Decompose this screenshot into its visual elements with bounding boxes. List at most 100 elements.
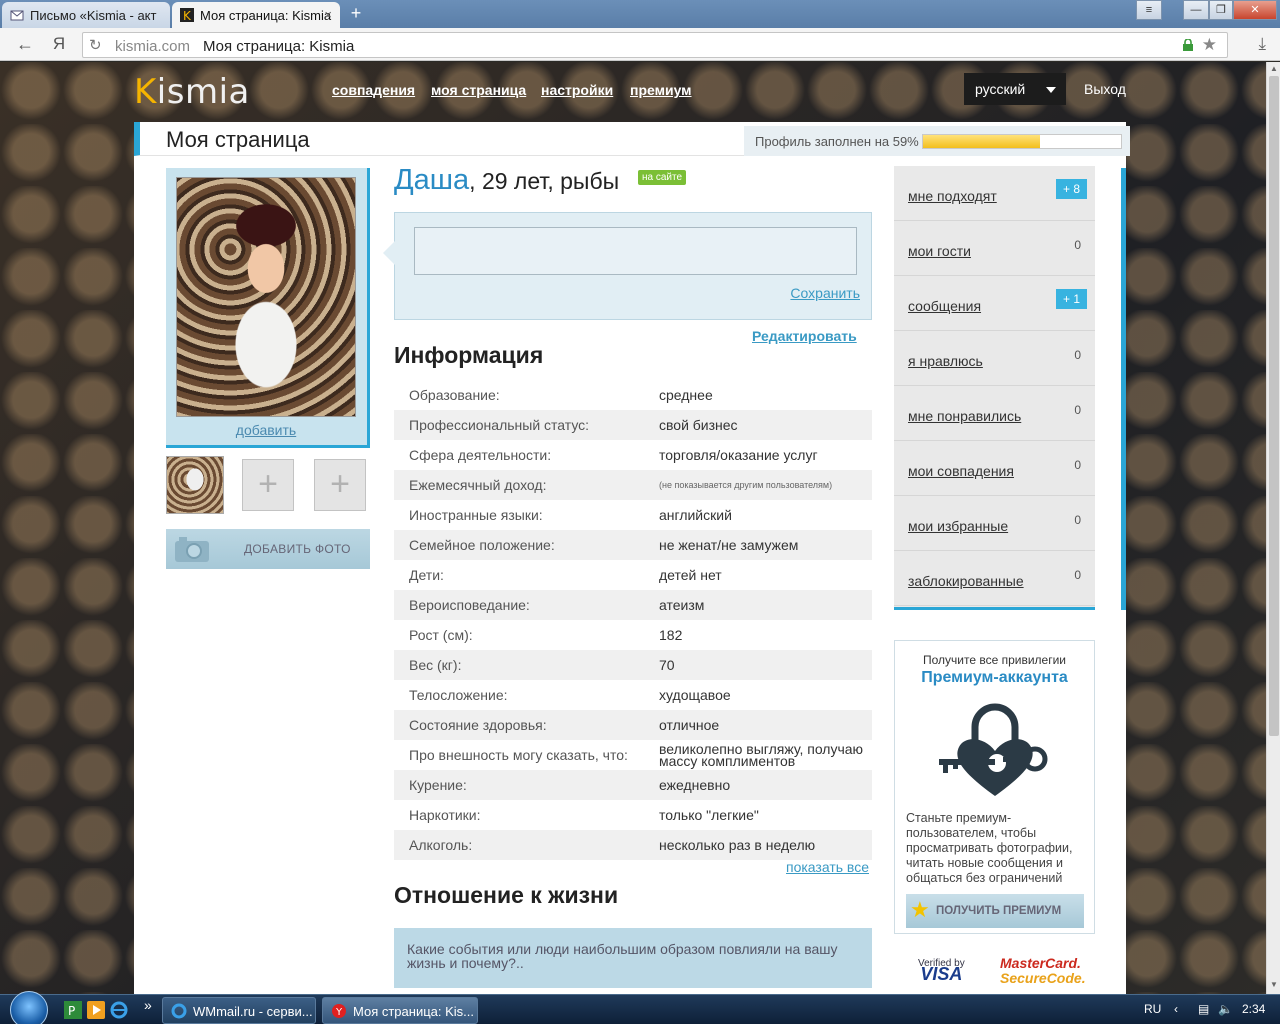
info-value: свой бизнес xyxy=(659,417,738,433)
status-input[interactable] xyxy=(414,227,857,275)
media-player-icon[interactable] xyxy=(87,1001,105,1019)
close-window-button[interactable]: ✕ xyxy=(1233,0,1277,20)
profile-completion-label: Профиль заполнен на 59% xyxy=(755,134,919,149)
network-icon[interactable]: ▤ xyxy=(1198,1002,1209,1016)
add-photo-link[interactable]: добавить xyxy=(166,422,366,438)
edit-profile-link[interactable]: Редактировать xyxy=(752,328,857,344)
info-label: Вес (кг): xyxy=(409,657,462,673)
chevron-down-icon xyxy=(1046,87,1056,93)
volume-icon[interactable]: 🔈 xyxy=(1218,1002,1233,1016)
tab-my-page[interactable]: K Моя страница: Kismia × xyxy=(172,2,340,28)
maximize-button[interactable]: ❐ xyxy=(1209,0,1233,20)
logo-text: ismia xyxy=(156,72,250,112)
profile-photo[interactable] xyxy=(176,177,356,417)
sidebar-accent xyxy=(1121,168,1126,610)
scrollbar-thumb[interactable] xyxy=(1269,76,1279,736)
sidebar-item[interactable]: мои совпадения 0 xyxy=(894,441,1095,496)
taskbar-button-label: Моя страница: Kis... xyxy=(353,1004,475,1019)
securecode-text: SecureCode. xyxy=(1000,970,1086,986)
logout-link[interactable]: Выход xyxy=(1084,81,1126,97)
info-row: Вероисповедание: атеизм xyxy=(394,590,872,620)
sidebar-item-label: сообщения xyxy=(908,298,982,314)
add-photo-button[interactable]: ДОБАВИТЬ ФОТО xyxy=(166,529,370,569)
tray-expand-icon[interactable]: ‹ xyxy=(1174,1002,1178,1016)
address-bar-row: ← Я ↻ kismia.com Моя страница: Kismia ★ … xyxy=(0,28,1280,61)
minimize-button[interactable]: — xyxy=(1183,0,1209,20)
sidebar-item[interactable]: мои избранные 0 xyxy=(894,496,1095,551)
info-row: Про внешность могу сказать, что: великоле… xyxy=(394,740,872,770)
kismia-logo[interactable]: Kismia xyxy=(134,72,250,112)
start-button[interactable] xyxy=(10,991,48,1024)
sidebar-item[interactable]: я нравлюсь 0 xyxy=(894,331,1095,386)
tab-kismia-mail[interactable]: Письмо «Kismia - акт xyxy=(2,2,170,28)
input-language[interactable]: RU xyxy=(1144,1002,1161,1016)
info-label: Состояние здоровья: xyxy=(409,717,547,733)
nav-premium[interactable]: премиум xyxy=(630,82,692,98)
info-row: Телосложение: худощавое xyxy=(394,680,872,710)
info-label: Про внешность могу сказать, что: xyxy=(409,747,628,763)
page-title: Моя страница xyxy=(166,127,310,152)
reload-icon[interactable]: ↻ xyxy=(89,36,102,54)
status-pointer xyxy=(383,241,395,265)
sidebar-item[interactable]: мне подходят + 8 xyxy=(894,166,1095,221)
save-status-link[interactable]: Сохранить xyxy=(790,285,860,301)
scroll-down-icon[interactable]: ▼ xyxy=(1270,980,1278,989)
nav-my-page[interactable]: моя страница xyxy=(431,82,526,98)
visa-text: VISA xyxy=(920,964,963,984)
new-tab-button[interactable]: + xyxy=(344,4,368,24)
info-table: Образование: среднее Профессиональный стат… xyxy=(394,380,872,860)
sidebar-item[interactable]: заблокированные 0 xyxy=(894,551,1095,606)
sidebar-item-label: мои гости xyxy=(908,243,971,259)
info-value: 70 xyxy=(659,657,675,673)
info-value: торговля/оказание услуг xyxy=(659,447,818,463)
taskbar-wmmail[interactable]: WMmail.ru - серви... xyxy=(162,997,316,1024)
info-row: Ежемесячный доход: (не показывается други… xyxy=(394,470,872,500)
info-label: Семейное положение: xyxy=(409,537,555,553)
internet-explorer-icon[interactable] xyxy=(110,1001,128,1019)
get-premium-button[interactable]: ★ ПОЛУЧИТЬ ПРЕМИУМ xyxy=(906,894,1084,928)
nav-settings[interactable]: настройки xyxy=(541,82,613,98)
profile-progress-fill xyxy=(923,135,1040,148)
show-all-link[interactable]: показать все xyxy=(786,859,869,875)
page-scrollbar[interactable]: ▲ ▼ xyxy=(1266,62,1280,994)
yandex-browser-icon: Y xyxy=(332,1004,346,1018)
sidebar-item[interactable]: сообщения + 1 xyxy=(894,276,1095,331)
info-label: Дети: xyxy=(409,567,444,583)
download-icon[interactable]: ⤓ xyxy=(1258,34,1266,54)
sidebar-item-count: 0 xyxy=(1074,238,1081,252)
sidebar-item-count: 0 xyxy=(1074,348,1081,362)
yandex-button[interactable]: Я xyxy=(48,34,70,56)
info-value: несколько раз в неделю xyxy=(659,837,816,853)
info-value: великолепно выгляжу, получаю массу компл… xyxy=(659,741,864,769)
browser-menu-button[interactable]: ≡ xyxy=(1136,0,1162,20)
sidebar-item-label: мне понравились xyxy=(908,408,1022,424)
status-box: Сохранить xyxy=(383,212,872,320)
tab-title: Письмо «Kismia - акт xyxy=(30,8,157,23)
sidebar-item-label: заблокированные xyxy=(908,573,1024,589)
nav-matches[interactable]: совпадения xyxy=(332,82,415,98)
info-label: Образование: xyxy=(409,387,500,403)
clock[interactable]: 2:34 xyxy=(1242,1002,1265,1016)
photo-thumbnail[interactable] xyxy=(166,456,224,514)
url-field[interactable]: ↻ kismia.com Моя страница: Kismia ★ xyxy=(82,32,1228,58)
profile-name: Даша xyxy=(394,164,470,196)
taskbar-kismia[interactable]: Y Моя страница: Kis... xyxy=(322,997,478,1024)
bookmark-star-icon[interactable]: ★ xyxy=(1202,35,1217,55)
scroll-up-icon[interactable]: ▲ xyxy=(1270,64,1278,73)
language-select[interactable]: русский xyxy=(964,73,1066,105)
sidebar-item[interactable]: мне понравились 0 xyxy=(894,386,1095,441)
more-quicklaunch-icon[interactable]: » xyxy=(144,997,152,1013)
info-value: ежедневно xyxy=(659,777,731,793)
info-row: Образование: среднее xyxy=(394,380,872,410)
close-tab-icon[interactable]: × xyxy=(324,7,332,22)
add-photo-slot[interactable]: + xyxy=(242,459,294,511)
back-arrow-icon[interactable]: ← xyxy=(14,34,36,56)
sidebar-item[interactable]: мои гости 0 xyxy=(894,221,1095,276)
add-photo-slot[interactable]: + xyxy=(314,459,366,511)
info-value: (не показывается другим пользователям) xyxy=(659,480,833,490)
project-app-icon[interactable]: P xyxy=(64,1001,82,1019)
tab-title: Моя страница: Kismia xyxy=(200,8,332,23)
logo-letter: K xyxy=(134,72,157,112)
svg-text:Y: Y xyxy=(335,1007,343,1018)
info-row: Иностранные языки: английский xyxy=(394,500,872,530)
